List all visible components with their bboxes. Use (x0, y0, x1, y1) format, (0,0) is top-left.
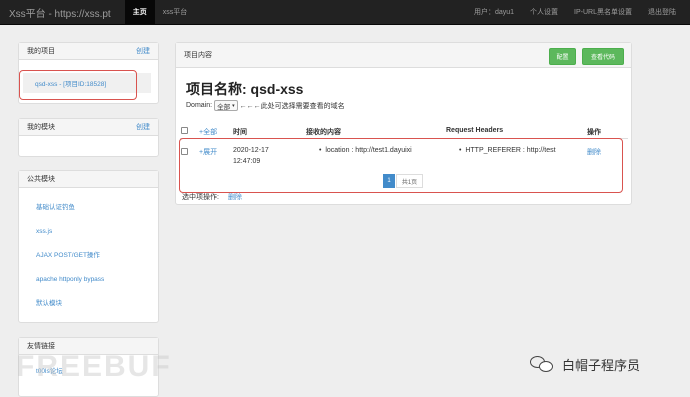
module-item[interactable]: 默认模块 (19, 292, 158, 316)
module-item[interactable]: 基础认证钓鱼 (19, 196, 158, 220)
header-content: 接收的内容 (306, 129, 341, 136)
view-code-button[interactable]: 查看代码 (582, 48, 624, 65)
domain-filter-row: Domain: 全部 ▾ ←←←此处可选择需要查看的域名 (186, 100, 345, 111)
domain-select[interactable]: 全部 ▾ (214, 100, 238, 111)
my-modules-title: 我的模块 (27, 124, 55, 131)
module-item[interactable]: apache httponly bypass (19, 268, 158, 292)
project-title: 项目名称: qsd-xss (186, 81, 304, 97)
navbar-right: 用户：dayu1 个人设置 IP-URL黑名单设置 退出登陆 (466, 0, 684, 25)
freebuf-watermark: FREEBUF (16, 350, 172, 383)
top-navbar: Xss平台 - https://xss.pt 主页 xss平台 用户：dayu1… (0, 0, 690, 25)
config-button[interactable]: 配置 (549, 48, 576, 65)
create-project-link[interactable]: 创建 (136, 46, 150, 56)
public-modules-title: 公共模块 (27, 176, 55, 183)
nav-personal-settings[interactable]: 个人设置 (522, 0, 566, 25)
nav-ip-url-blacklist[interactable]: IP-URL黑名单设置 (566, 0, 640, 25)
nav-logout[interactable]: 退出登陆 (640, 0, 684, 25)
public-modules-list: 基础认证钓鱼 xss.js AJAX POST/GET操作 apache htt… (19, 188, 158, 316)
bulk-action-label: 选中项操作: (182, 194, 219, 201)
chevron-down-icon: ▾ (232, 102, 235, 109)
header-time: 时间 (233, 129, 247, 136)
header-request-headers: Request Headers (446, 127, 504, 134)
bulk-delete-link[interactable]: 删除 (228, 192, 242, 202)
my-modules-panel: 我的模块 创建 (18, 118, 159, 157)
public-modules-header: 公共模块 (19, 171, 158, 188)
wechat-badge: 白帽子程序员 (530, 354, 640, 374)
wechat-label: 白帽子程序员 (562, 357, 641, 373)
highlight-row-box (179, 138, 623, 193)
project-content-title: 项目内容 (184, 52, 212, 59)
public-modules-panel: 公共模块 基础认证钓鱼 xss.js AJAX POST/GET操作 apach… (18, 170, 159, 323)
module-item[interactable]: AJAX POST/GET操作 (19, 244, 158, 268)
nav-user[interactable]: 用户：dayu1 (466, 0, 522, 25)
project-content-header: 项目内容 配置 查看代码 (176, 43, 631, 68)
my-projects-title: 我的项目 (27, 48, 55, 55)
domain-label: Domain: (186, 102, 213, 109)
create-module-link[interactable]: 创建 (136, 122, 150, 132)
header-action: 操作 (587, 129, 601, 136)
domain-select-value: 全部 (217, 103, 231, 111)
my-modules-header: 我的模块 创建 (19, 119, 158, 136)
domain-hint: ←←←此处可选择需要查看的域名 (239, 102, 345, 110)
nav-home[interactable]: 主页 (124, 0, 155, 25)
nav-xss-platform[interactable]: xss平台 (155, 0, 196, 25)
expand-all-link[interactable]: +全部 (199, 127, 217, 137)
module-item[interactable]: xss.js (19, 220, 158, 244)
select-all-checkbox[interactable] (181, 127, 188, 134)
highlight-project-box (19, 70, 137, 100)
wechat-icon (530, 354, 556, 374)
my-projects-header: 我的项目 创建 (19, 43, 158, 60)
brand-title[interactable]: Xss平台 - https://xss.pt (9, 5, 111, 20)
